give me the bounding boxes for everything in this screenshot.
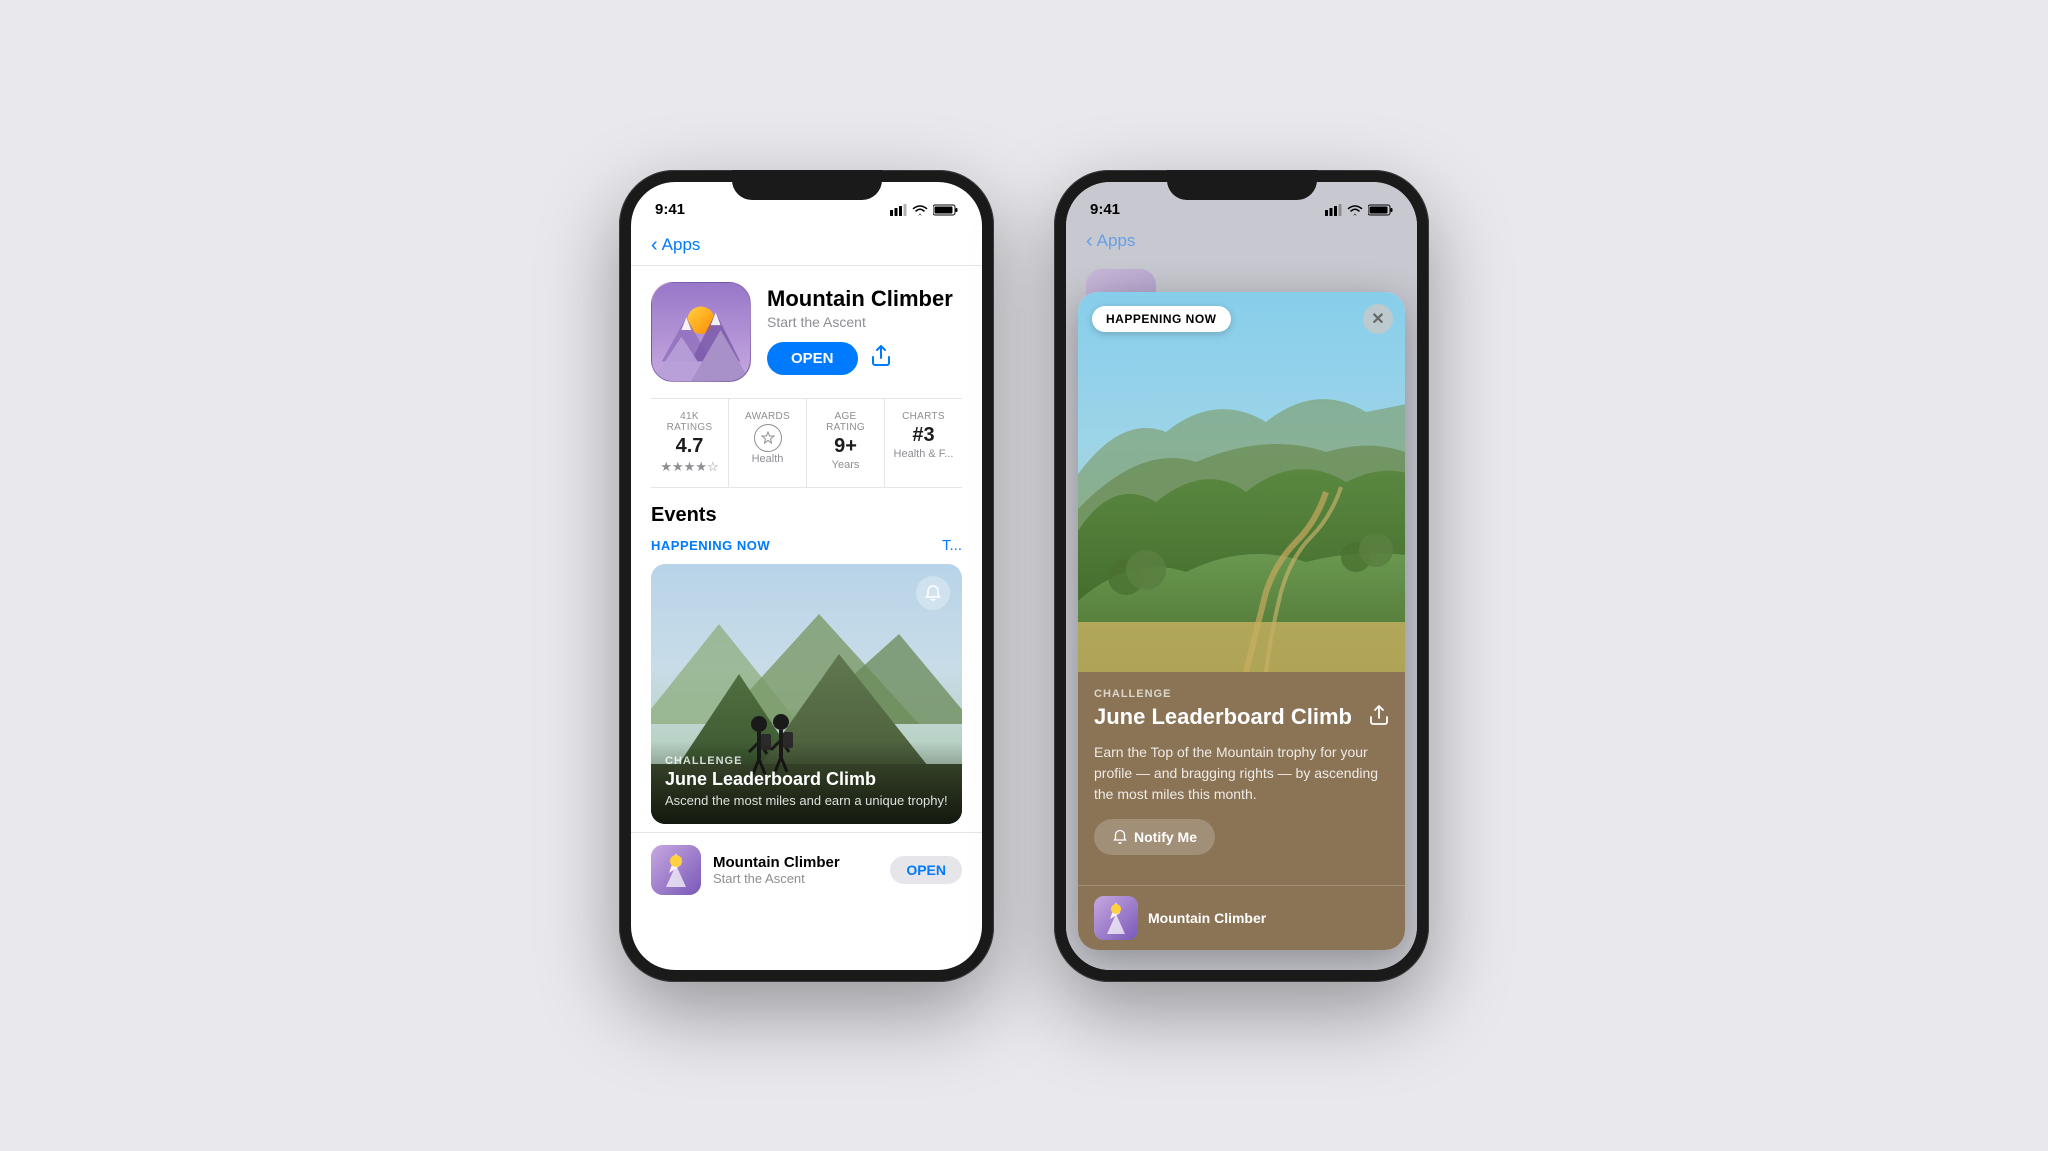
event-card-1[interactable]: CHALLENGE June Leaderboard Climb Ascend … — [651, 564, 962, 824]
status-icons-2 — [1325, 204, 1393, 216]
app-info-1: Mountain Climber Start the Ascent OPEN — [767, 282, 962, 375]
status-time-1: 9:41 — [655, 201, 685, 218]
section-title: Events — [651, 504, 717, 527]
close-icon: ✕ — [1371, 309, 1384, 329]
wifi-icon-1 — [912, 204, 928, 216]
mountain-scene-1: CHALLENGE June Leaderboard Climb Ascend … — [651, 564, 962, 824]
landscape-svg — [1078, 292, 1405, 672]
rating-value: 4.7 — [659, 435, 720, 458]
signal-icon-2 — [1325, 204, 1342, 216]
back-chevron-2: ‹ — [1086, 230, 1093, 253]
modal-bottom-app-info: Mountain Climber — [1148, 910, 1389, 926]
event-title-1: June Leaderboard Climb — [665, 769, 948, 790]
section-header: Events — [651, 504, 962, 527]
stars: ★★★★☆ — [659, 459, 720, 475]
event-desc-1: Ascend the most miles and earn a unique … — [665, 793, 948, 808]
scene: 9:41 — [579, 130, 1469, 1022]
app-subtitle-1: Start the Ascent — [767, 314, 962, 330]
events-section: Events HAPPENING NOW T... — [631, 488, 982, 832]
awards-label: AWARDS — [737, 411, 798, 422]
awards-sub: Health — [737, 453, 798, 465]
screen-2: 9:41 — [1066, 182, 1417, 970]
app-name-1: Mountain Climber — [767, 286, 962, 312]
status-time-2: 9:41 — [1090, 201, 1120, 218]
modal-content: CHALLENGE June Leaderboard Climb Earn th… — [1078, 672, 1405, 885]
back-button-2-blurred: ‹ Apps — [1086, 230, 1135, 253]
app-icon-1 — [651, 282, 751, 382]
ratings-label: 41K RATINGS — [659, 411, 720, 433]
age-value: 9+ — [815, 435, 876, 458]
rating-cell-ratings: 41K RATINGS 4.7 ★★★★☆ — [651, 399, 729, 487]
modal-event-title: June Leaderboard Climb — [1094, 704, 1361, 730]
share-button-1[interactable] — [870, 343, 892, 373]
bottom-app-icon-1 — [651, 845, 701, 895]
modal-title-row: June Leaderboard Climb — [1094, 704, 1389, 732]
bottom-app-info-1: Mountain Climber Start the Ascent — [713, 854, 878, 886]
app-header-1: Mountain Climber Start the Ascent OPEN — [631, 266, 982, 398]
wifi-icon-2 — [1347, 204, 1363, 216]
event-overlay-1: CHALLENGE June Leaderboard Climb Ascend … — [651, 741, 962, 824]
bottom-app-sub-1: Start the Ascent — [713, 871, 878, 886]
modal-share-button[interactable] — [1369, 704, 1389, 732]
modal-event-desc: Earn the Top of the Mountain trophy for … — [1094, 742, 1389, 805]
rating-cell-awards: AWARDS Health — [729, 399, 807, 487]
bottom-open-button-1[interactable]: OPEN — [890, 856, 962, 884]
blurred-bg: 9:41 — [1066, 182, 1417, 970]
modal-bottom-app-name: Mountain Climber — [1148, 910, 1389, 926]
charts-value: #3 — [893, 424, 954, 447]
nav-bar-1: ‹ Apps — [631, 226, 982, 266]
open-button-1[interactable]: OPEN — [767, 342, 858, 375]
challenge-label: CHALLENGE — [1094, 688, 1389, 700]
screen-1: 9:41 — [631, 182, 982, 970]
event-modal: HAPPENING NOW ✕ CHALLENGE June Leaderboa… — [1078, 292, 1405, 950]
event-type-1: CHALLENGE — [665, 755, 948, 767]
phone-1: 9:41 — [619, 170, 994, 982]
happening-now-badge: HAPPENING NOW — [1092, 306, 1231, 332]
happening-now-label-1: HAPPENING NOW — [651, 538, 770, 553]
modal-bottom-icon — [1094, 896, 1138, 940]
back-label-1: Apps — [662, 235, 701, 255]
close-modal-button[interactable]: ✕ — [1363, 304, 1393, 334]
signal-icon-1 — [890, 204, 907, 216]
charts-sub: Health & F... — [893, 448, 954, 460]
back-bar-2-blurred: ‹ Apps — [1066, 226, 1417, 257]
today-link[interactable]: T... — [942, 537, 962, 554]
bottom-app-strip-1: Mountain Climber Start the Ascent OPEN — [631, 832, 982, 907]
notify-me-button[interactable]: Notify Me — [1094, 819, 1215, 855]
notch-1 — [732, 170, 882, 200]
back-chevron-1: ‹ — [651, 234, 658, 257]
age-sub: Years — [815, 459, 876, 471]
age-label: AGE RATING — [815, 411, 876, 433]
notify-btn-label: Notify Me — [1134, 829, 1197, 845]
editors-icon — [754, 424, 782, 452]
back-button-1[interactable]: ‹ Apps — [651, 234, 700, 257]
happening-badge-text: HAPPENING NOW — [1106, 312, 1217, 326]
modal-bottom-app: Mountain Climber — [1078, 885, 1405, 950]
rating-cell-age: AGE RATING 9+ Years — [807, 399, 885, 487]
charts-label: CHARTS — [893, 411, 954, 422]
battery-icon-2 — [1368, 204, 1393, 216]
bell-icon-1 — [924, 584, 942, 602]
battery-icon-1 — [933, 204, 958, 216]
app-actions-1: OPEN — [767, 342, 962, 375]
modal-img-section: HAPPENING NOW ✕ — [1078, 292, 1405, 672]
bell-button-1[interactable] — [916, 576, 950, 610]
editors-badge — [737, 422, 798, 452]
bell-notify-icon — [1112, 829, 1128, 845]
ratings-row-1: 41K RATINGS 4.7 ★★★★☆ AWARDS Health — [651, 398, 962, 488]
rating-cell-charts: CHARTS #3 Health & F... — [885, 399, 962, 487]
status-icons-1 — [890, 204, 958, 216]
phone-2: 9:41 — [1054, 170, 1429, 982]
back-label-2: Apps — [1097, 231, 1136, 251]
notch-2 — [1167, 170, 1317, 200]
bottom-app-name-1: Mountain Climber — [713, 854, 878, 871]
